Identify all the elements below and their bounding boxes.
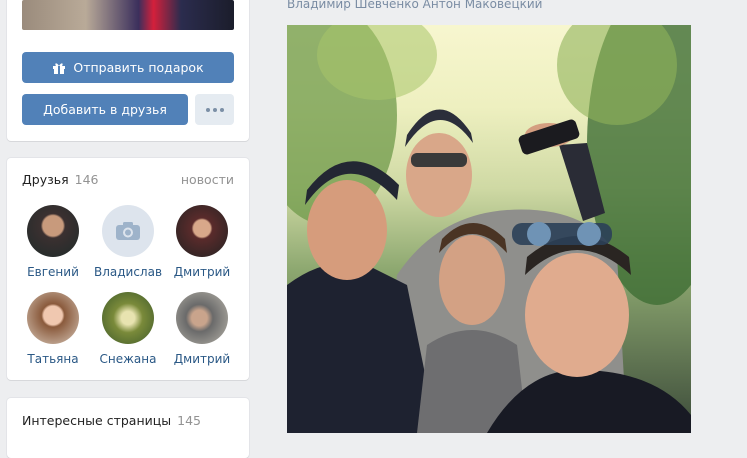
post-photo[interactable] [287,25,691,433]
avatar [176,292,228,344]
friend-item[interactable]: Евгений [13,205,93,279]
interesting-pages-header[interactable]: Интересные страницы 145 [22,413,201,428]
avatar [102,292,154,344]
gift-icon [53,62,66,74]
more-dots-icon [205,107,210,112]
friends-news-link[interactable]: новости [181,172,234,187]
interesting-pages-count: 145 [177,413,201,428]
profile-actions-card: Отправить подарок Добавить в друзья [7,0,249,141]
friend-item[interactable]: Владислав [88,205,168,279]
friends-title: Друзья [22,172,69,187]
camera-icon [116,222,140,240]
add-friend-button[interactable]: Добавить в друзья [22,94,188,125]
avatar [176,205,228,257]
friend-name: Татьяна [27,352,79,366]
friends-block: Друзья 146 новости Евгений Владислав Дмит… [7,158,249,380]
send-gift-label: Отправить подарок [73,60,204,75]
avatar [27,205,79,257]
cover-photo-strip[interactable] [22,0,234,30]
avatar [27,292,79,344]
friend-name: Владислав [93,265,163,279]
group-selfie-image [287,25,691,433]
send-gift-button[interactable]: Отправить подарок [22,52,234,83]
friend-name: Дмитрий [173,352,231,366]
friend-item[interactable]: Снежана [88,292,168,366]
tagged-people[interactable]: Владимир Шевченко Антон Маковецкий [287,0,542,11]
avatar [102,205,154,257]
friend-name: Дмитрий [173,265,231,279]
interesting-pages-block: Интересные страницы 145 [7,398,249,458]
more-actions-button[interactable] [195,94,234,125]
friend-item[interactable]: Дмитрий [162,205,242,279]
friends-header[interactable]: Друзья 146 [22,172,99,187]
friend-name: Евгений [27,265,79,279]
friends-count: 146 [74,172,99,187]
friend-name: Снежана [99,352,157,366]
interesting-pages-title: Интересные страницы [22,413,172,428]
friend-item[interactable]: Татьяна [13,292,93,366]
friend-item[interactable]: Дмитрий [162,292,242,366]
